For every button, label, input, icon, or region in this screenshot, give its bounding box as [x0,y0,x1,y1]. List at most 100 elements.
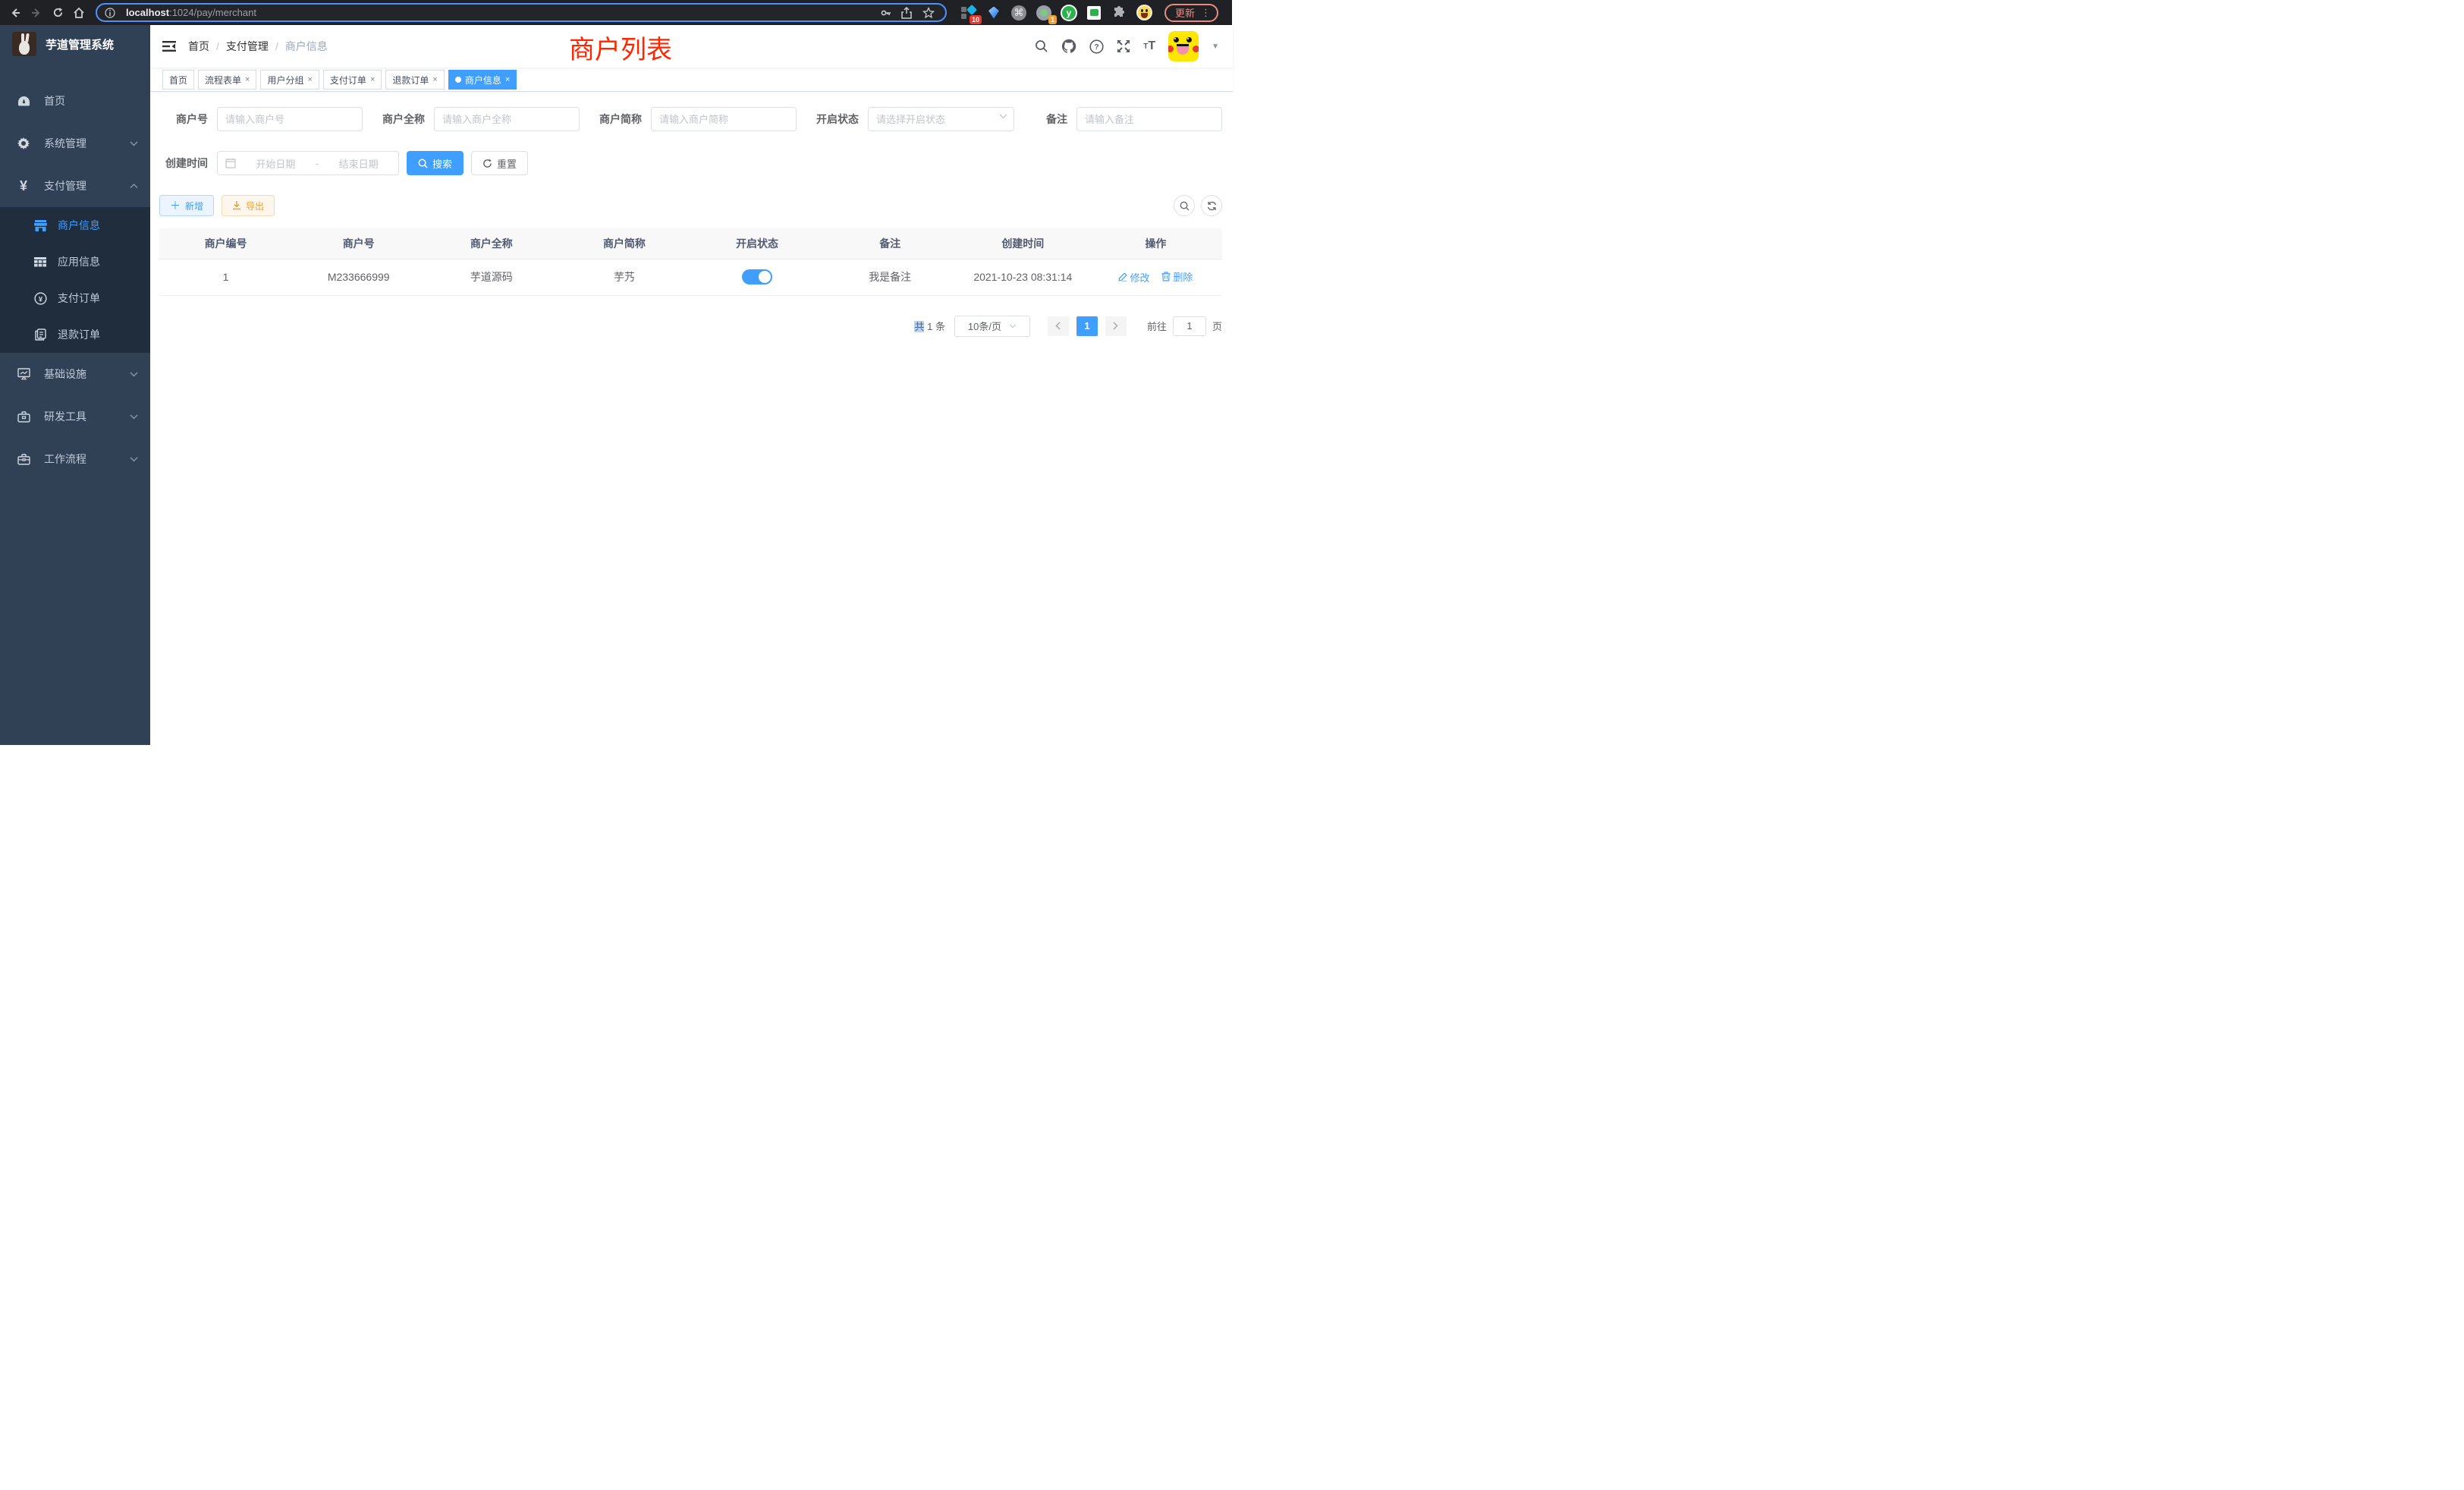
browser-menu-icon[interactable]: ⋮ [1201,7,1211,19]
close-icon[interactable]: × [245,75,250,84]
sidebar-item-dev-tools[interactable]: 研发工具 [0,395,150,438]
browser-update-button[interactable]: 更新 ⋮ [1164,4,1218,22]
col-short-name: 商户简称 [558,228,690,259]
chevron-down-icon [130,372,138,377]
extension-strip: 10 ⌘ 1 y [960,5,1152,21]
remark-input[interactable] [1076,107,1222,131]
goto-page-input[interactable] [1173,316,1206,336]
extension-command-icon[interactable]: ⌘ [1010,5,1027,21]
edit-button[interactable]: 修改 [1118,270,1149,284]
tab-merchant-info[interactable]: 商户信息× [448,70,517,90]
grid-icon [33,257,47,267]
back-icon[interactable] [6,4,24,22]
extensions-puzzle-icon[interactable] [1111,5,1127,21]
export-button[interactable]: 导出 [222,195,275,216]
header-search-icon[interactable] [1035,39,1048,53]
tab-home[interactable]: 首页 [162,70,194,90]
address-bar[interactable]: localhost:1024/pay/merchant [96,3,947,22]
close-icon[interactable]: × [505,75,510,84]
extension-kite-icon[interactable] [985,5,1002,21]
col-status: 开启状态 [691,228,824,259]
cell-create-time: 2021-10-23 08:31:14 [957,259,1089,295]
chevron-down-icon [130,414,138,420]
profile-avatar-icon[interactable] [1136,5,1152,21]
sidebar-item-pay[interactable]: ¥ 支付管理 [0,165,150,207]
help-icon[interactable]: ? [1089,39,1104,54]
cell-full-name: 芋道源码 [425,259,558,295]
avatar-caret-icon[interactable]: ▼ [1212,42,1219,51]
svg-text:?: ? [1095,43,1099,52]
tab-pay-order[interactable]: 支付订单× [323,70,382,90]
sidebar-label-pay: 支付管理 [44,178,130,193]
user-avatar[interactable] [1168,31,1199,61]
delete-button[interactable]: 删除 [1161,269,1193,284]
home-icon[interactable] [70,4,88,22]
bookmark-star-icon[interactable] [922,7,938,19]
breadcrumb-pay[interactable]: 支付管理 [226,39,269,54]
sidebar-label-system: 系统管理 [44,136,130,151]
sidebar-label-dev-tools: 研发工具 [44,409,130,424]
extension-badge-10: 10 [970,15,982,24]
tab-process-form[interactable]: 流程表单× [198,70,256,90]
reload-icon[interactable] [49,4,67,22]
merchant-no-input[interactable] [217,107,363,131]
sidebar-item-merchant[interactable]: 商户信息 [0,207,150,244]
extension-recorder-icon[interactable]: 1 [1036,5,1052,21]
short-name-input[interactable] [651,107,797,131]
github-icon[interactable] [1061,39,1076,54]
plus-icon: ＋ [170,198,181,213]
dashboard-icon [17,96,30,107]
sidebar-item-system[interactable]: 系统管理 [0,122,150,165]
sidebar-item-infra[interactable]: 基础设施 [0,353,150,395]
fullscreen-icon[interactable] [1117,39,1130,53]
prev-page-button[interactable] [1048,316,1069,336]
tags-bar: 首页 流程表单× 用户分组× 支付订单× 退款订单× 商户信息× [150,68,1233,92]
refresh-icon[interactable] [1201,195,1222,216]
tab-user-group[interactable]: 用户分组× [260,70,319,90]
search-button[interactable]: 搜索 [407,151,464,175]
status-toggle[interactable] [742,269,772,284]
sidebar-item-workflow[interactable]: 工作流程 [0,438,150,480]
col-actions: 操作 [1089,228,1222,259]
status-select[interactable] [868,107,1014,131]
share-icon[interactable] [901,7,916,19]
close-icon[interactable]: × [432,75,437,84]
full-name-input[interactable] [434,107,580,131]
sidebar-collapse-icon[interactable] [162,40,176,52]
font-size-icon[interactable]: TT [1143,39,1155,53]
date-start-placeholder: 开始日期 [244,156,308,171]
sidebar-item-home[interactable]: 首页 [0,80,150,122]
breadcrumb-home[interactable]: 首页 [188,39,209,54]
cell-merchant-id: 1 [159,259,292,295]
create-time-label: 创建时间 [165,156,208,171]
sidebar-label-infra: 基础设施 [44,366,130,382]
toggle-search-icon[interactable] [1174,195,1195,216]
app-logo-row[interactable]: 芋道管理系统 [0,25,150,63]
sidebar-item-pay-order[interactable]: ¥ 支付订单 [0,280,150,316]
toolbox-icon [17,411,30,423]
briefcase-icon [17,454,30,465]
extension-y-icon[interactable]: y [1061,5,1077,21]
pagination: 共 1 条 10条/页 1 前往 页 [159,316,1222,337]
next-page-button[interactable] [1105,316,1127,336]
forward-icon[interactable] [27,4,46,22]
extension-tabs-icon[interactable]: 10 [960,5,977,21]
page-number-1[interactable]: 1 [1076,316,1098,336]
date-end-placeholder: 结束日期 [326,156,391,171]
reset-button[interactable]: 重置 [471,151,528,175]
sidebar-item-refund-order[interactable]: 退款订单 [0,316,150,353]
create-time-range-picker[interactable]: 开始日期 - 结束日期 [217,151,399,175]
extension-chat-icon[interactable] [1086,5,1102,21]
close-icon[interactable]: × [307,75,312,84]
tab-refund-order[interactable]: 退款订单× [385,70,444,90]
password-key-icon[interactable] [880,7,895,19]
site-info-icon[interactable] [105,8,120,18]
sidebar-item-application[interactable]: 应用信息 [0,244,150,280]
close-icon[interactable]: × [370,75,375,84]
full-name-label: 商户全称 [382,112,425,127]
cell-remark: 我是备注 [824,259,957,295]
remark-label: 备注 [1046,112,1067,127]
chevron-down-icon [999,114,1007,119]
add-button[interactable]: ＋ 新增 [159,195,214,216]
page-size-select[interactable]: 10条/页 [954,316,1030,337]
